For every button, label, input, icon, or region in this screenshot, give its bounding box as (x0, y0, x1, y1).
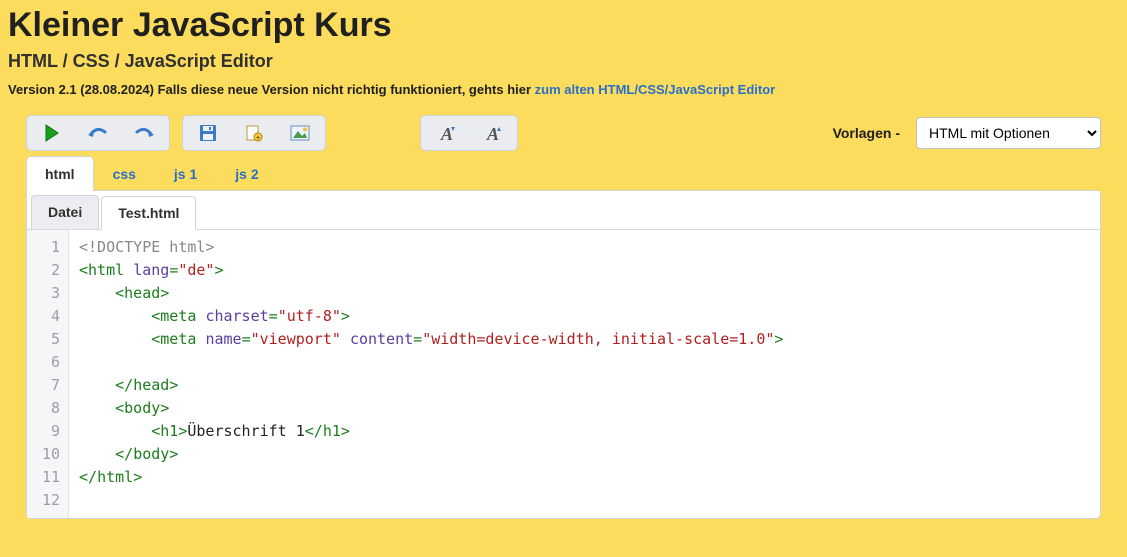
code-editor[interactable]: 1 2 3 4 5 6 7 8 9 10 11 12 <!DOCTYPE htm… (27, 230, 1100, 518)
tab-css[interactable]: css (94, 156, 155, 191)
line-number: 1 (41, 236, 60, 259)
tab-html[interactable]: html (26, 156, 94, 191)
font-increase-icon: A (481, 123, 503, 143)
run-button[interactable] (29, 118, 75, 148)
redo-button[interactable] (121, 118, 167, 148)
line-number: 2 (41, 259, 60, 282)
file-tab-current[interactable]: Test.html (101, 196, 196, 230)
old-editor-link[interactable]: zum alten HTML/CSS/JavaScript Editor (535, 82, 776, 97)
code-line: <!DOCTYPE html> (79, 238, 214, 256)
editor-panel: Datei Test.html 1 2 3 4 5 6 7 8 9 10 11 … (26, 190, 1101, 519)
image-icon (290, 125, 310, 141)
image-button[interactable] (277, 118, 323, 148)
floppy-icon (199, 124, 217, 142)
tab-js2[interactable]: js 2 (216, 156, 277, 191)
templates-label: Vorlagen - (833, 125, 900, 141)
line-number: 5 (41, 328, 60, 351)
toolbar-group-font: A A (420, 115, 518, 151)
line-number: 12 (41, 489, 60, 512)
version-line: Version 2.1 (28.08.2024) Falls diese neu… (8, 82, 1119, 97)
page-subtitle: HTML / CSS / JavaScript Editor (8, 51, 1119, 72)
tab-js1[interactable]: js 1 (155, 156, 216, 191)
code-line: Überschrift 1 (187, 422, 304, 440)
file-tabs: Datei Test.html (27, 191, 1100, 230)
new-file-button[interactable]: + (231, 118, 277, 148)
templates-select[interactable]: HTML mit Optionen (916, 117, 1101, 149)
undo-button[interactable] (75, 118, 121, 148)
font-decrease-icon: A (435, 123, 457, 143)
font-increase-button[interactable]: A (469, 118, 515, 148)
version-text: Version 2.1 (28.08.2024) Falls diese neu… (8, 82, 535, 97)
file-tab-datei[interactable]: Datei (31, 195, 99, 229)
new-file-icon: + (245, 124, 263, 142)
line-number: 6 (41, 351, 60, 374)
line-gutter: 1 2 3 4 5 6 7 8 9 10 11 12 (27, 230, 69, 518)
line-number: 10 (41, 443, 60, 466)
line-number: 7 (41, 374, 60, 397)
line-number: 4 (41, 305, 60, 328)
filetype-tabs: html css js 1 js 2 (26, 155, 1101, 190)
code-content[interactable]: <!DOCTYPE html> <html lang="de"> <head> … (69, 230, 793, 518)
line-number: 9 (41, 420, 60, 443)
undo-icon (87, 126, 109, 140)
svg-text:+: + (256, 135, 260, 142)
line-number: 11 (41, 466, 60, 489)
line-number: 3 (41, 282, 60, 305)
svg-text:A: A (486, 124, 499, 143)
font-decrease-button[interactable]: A (423, 118, 469, 148)
page-title: Kleiner JavaScript Kurs (8, 6, 1119, 45)
save-button[interactable] (185, 118, 231, 148)
line-number: 8 (41, 397, 60, 420)
svg-text:A: A (440, 124, 453, 143)
play-icon (44, 124, 60, 142)
redo-icon (133, 126, 155, 140)
toolbar-group-main (26, 115, 170, 151)
toolbar: + A A Vorlagen - HTML mit Optionen (26, 115, 1101, 151)
toolbar-group-file: + (182, 115, 326, 151)
